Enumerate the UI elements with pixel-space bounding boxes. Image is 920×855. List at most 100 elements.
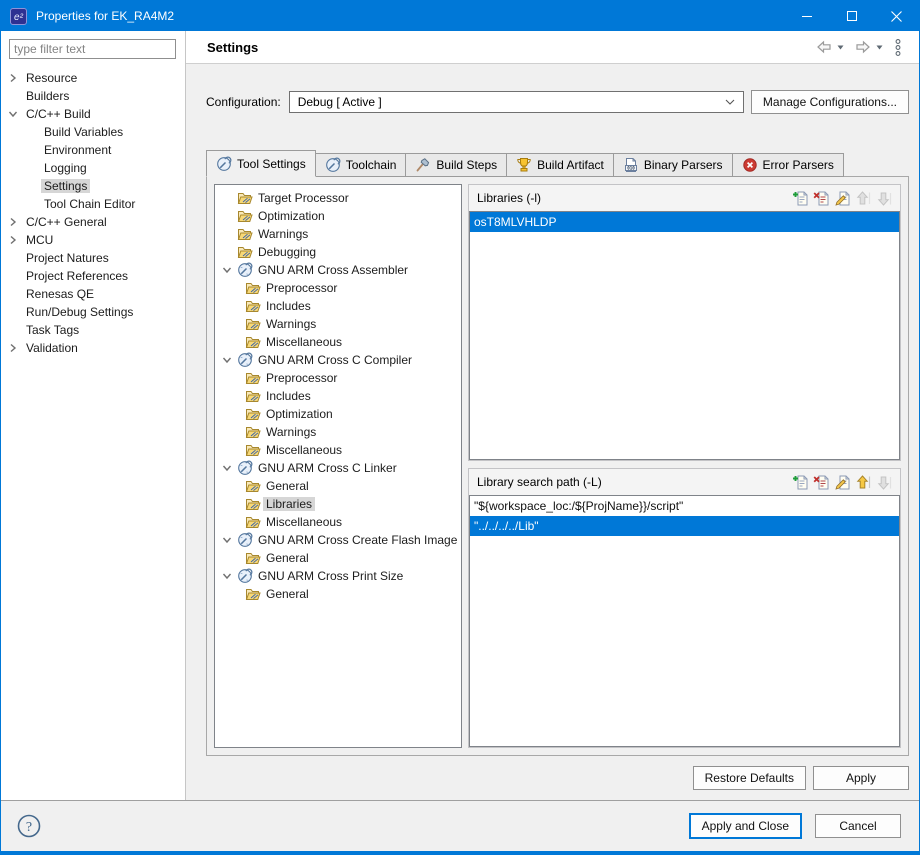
- tree-item-label: Debugging: [255, 245, 319, 259]
- tree-item-label: General: [263, 479, 312, 493]
- edit-item-button[interactable]: [832, 189, 853, 208]
- manage-configurations-button[interactable]: Manage Configurations...: [751, 90, 909, 114]
- tool-tree-item-miscellaneous[interactable]: Miscellaneous: [215, 441, 461, 459]
- titlebar[interactable]: e² Properties for EK_RA4M2: [1, 1, 919, 31]
- cancel-button[interactable]: Cancel: [815, 814, 901, 838]
- chevron-down-icon: [219, 568, 235, 584]
- sidebar-item-run-debug-settings[interactable]: Run/Debug Settings: [1, 303, 185, 321]
- tool-tree-item-warnings[interactable]: Warnings: [215, 315, 461, 333]
- sidebar-item-c-c-general[interactable]: C/C++ General: [1, 213, 185, 231]
- tree-spacer: [219, 208, 235, 224]
- add-item-button[interactable]: [790, 189, 811, 208]
- search-path-item[interactable]: "../../../../Lib": [470, 516, 899, 536]
- filter-input[interactable]: [9, 39, 176, 59]
- tool-tree-item-gnu-arm-cross-print-size[interactable]: GNU ARM Cross Print Size: [215, 567, 461, 585]
- forward-arrow-button[interactable]: [852, 37, 885, 57]
- tab-build-artifact[interactable]: Build Artifact: [507, 153, 614, 177]
- edit-item-button[interactable]: [832, 473, 853, 492]
- sidebar-item-mcu[interactable]: MCU: [1, 231, 185, 249]
- tool-tree-item-warnings[interactable]: Warnings: [215, 225, 461, 243]
- page-header: Settings: [186, 31, 919, 64]
- tree-item-label: GNU ARM Cross Print Size: [255, 569, 406, 583]
- apply-button[interactable]: Apply: [813, 766, 909, 790]
- sidebar-item-environment[interactable]: Environment: [1, 141, 185, 159]
- tool-tree-item-includes[interactable]: Includes: [215, 297, 461, 315]
- tool-tree-item-gnu-arm-cross-c-linker[interactable]: GNU ARM Cross C Linker: [215, 459, 461, 477]
- apply-and-close-button[interactable]: Apply and Close: [689, 813, 802, 839]
- sidebar-item-task-tags[interactable]: Task Tags: [1, 321, 185, 339]
- tool-tree-item-general[interactable]: General: [215, 549, 461, 567]
- sidebar-item-logging[interactable]: Logging: [1, 159, 185, 177]
- tool-tree-item-general[interactable]: General: [215, 585, 461, 603]
- tab-error-parsers[interactable]: Error Parsers: [733, 153, 844, 177]
- sidebar-item-c-c-build[interactable]: C/C++ Build: [1, 105, 185, 123]
- delete-item-button[interactable]: [811, 473, 832, 492]
- category-folder-icon: [245, 280, 261, 296]
- restore-defaults-button[interactable]: Restore Defaults: [693, 766, 806, 790]
- sidebar-item-renesas-qe[interactable]: Renesas QE: [1, 285, 185, 303]
- configuration-select[interactable]: Debug [ Active ]: [289, 91, 744, 113]
- minimize-button[interactable]: [784, 1, 829, 31]
- category-folder-icon: [237, 226, 253, 242]
- tab-tool-settings[interactable]: Tool Settings: [206, 150, 316, 177]
- help-button[interactable]: ?: [16, 813, 42, 839]
- tree-item-label: Includes: [263, 299, 314, 313]
- sidebar-item-resource[interactable]: Resource: [1, 69, 185, 87]
- back-arrow-button[interactable]: [813, 37, 846, 57]
- category-folder-icon: [245, 442, 261, 458]
- delete-item-button[interactable]: [811, 189, 832, 208]
- chevron-down-icon: [219, 460, 235, 476]
- tool-tree-item-preprocessor[interactable]: Preprocessor: [215, 369, 461, 387]
- move-up-button[interactable]: [853, 473, 874, 492]
- view-menu-button[interactable]: [891, 36, 905, 59]
- tree-item-label: Libraries: [263, 497, 315, 511]
- tool-tree-item-gnu-arm-cross-create-flash-image[interactable]: GNU ARM Cross Create Flash Image: [215, 531, 461, 549]
- view-menu-icon: [893, 38, 903, 57]
- tab-build-steps[interactable]: Build Steps: [406, 153, 507, 177]
- sidebar-item-build-variables[interactable]: Build Variables: [1, 123, 185, 141]
- tab-toolchain[interactable]: Toolchain: [316, 153, 407, 177]
- move-down-button: [874, 473, 895, 492]
- sidebar-item-validation[interactable]: Validation: [1, 339, 185, 357]
- close-button[interactable]: [874, 1, 919, 31]
- search-path-item[interactable]: "${workspace_loc:/${ProjName}}/script": [470, 496, 899, 516]
- tool-tree-item-optimization[interactable]: Optimization: [215, 207, 461, 225]
- library-item[interactable]: osT8MLVHLDP: [470, 212, 899, 232]
- tree-item-label: General: [263, 587, 312, 601]
- maximize-button[interactable]: [829, 1, 874, 31]
- tree-item-label: Task Tags: [23, 323, 82, 337]
- tree-item-label: Validation: [23, 341, 81, 355]
- tool-tree-item-target-processor[interactable]: Target Processor: [215, 189, 461, 207]
- tool-tree-item-libraries[interactable]: Libraries: [215, 495, 461, 513]
- add-item-button[interactable]: [790, 473, 811, 492]
- tree-item-label: Run/Debug Settings: [23, 305, 136, 319]
- tool-tree-item-optimization[interactable]: Optimization: [215, 405, 461, 423]
- sidebar-item-settings[interactable]: Settings: [1, 177, 185, 195]
- tool-tree-item-preprocessor[interactable]: Preprocessor: [215, 279, 461, 297]
- tab-binary-parsers[interactable]: 010Binary Parsers: [614, 153, 733, 177]
- chevron-right-icon: [5, 214, 21, 230]
- tool-tree-item-miscellaneous[interactable]: Miscellaneous: [215, 513, 461, 531]
- hammer-icon: [415, 157, 431, 173]
- category-folder-icon: [245, 496, 261, 512]
- library-search-path-list[interactable]: "${workspace_loc:/${ProjName}}/script"".…: [469, 495, 900, 747]
- tool-icon: [237, 532, 253, 548]
- tool-tree-item-gnu-arm-cross-assembler[interactable]: GNU ARM Cross Assembler: [215, 261, 461, 279]
- tool-tree-item-miscellaneous[interactable]: Miscellaneous: [215, 333, 461, 351]
- properties-tree: ResourceBuildersC/C++ BuildBuild Variabl…: [1, 69, 185, 357]
- tool-tree-item-includes[interactable]: Includes: [215, 387, 461, 405]
- category-folder-icon: [245, 370, 261, 386]
- tree-item-label: Logging: [41, 161, 90, 175]
- tool-tree-item-general[interactable]: General: [215, 477, 461, 495]
- category-folder-icon: [245, 586, 261, 602]
- libraries-list[interactable]: osT8MLVHLDP: [469, 211, 900, 460]
- tool-tree-item-warnings[interactable]: Warnings: [215, 423, 461, 441]
- tool-tree-item-debugging[interactable]: Debugging: [215, 243, 461, 261]
- move-up-button: [853, 189, 874, 208]
- sidebar-item-tool-chain-editor[interactable]: Tool Chain Editor: [1, 195, 185, 213]
- sidebar-item-project-natures[interactable]: Project Natures: [1, 249, 185, 267]
- sidebar-item-builders[interactable]: Builders: [1, 87, 185, 105]
- sidebar-item-project-references[interactable]: Project References: [1, 267, 185, 285]
- dropdown-triangle-icon: [837, 45, 844, 50]
- tool-tree-item-gnu-arm-cross-c-compiler[interactable]: GNU ARM Cross C Compiler: [215, 351, 461, 369]
